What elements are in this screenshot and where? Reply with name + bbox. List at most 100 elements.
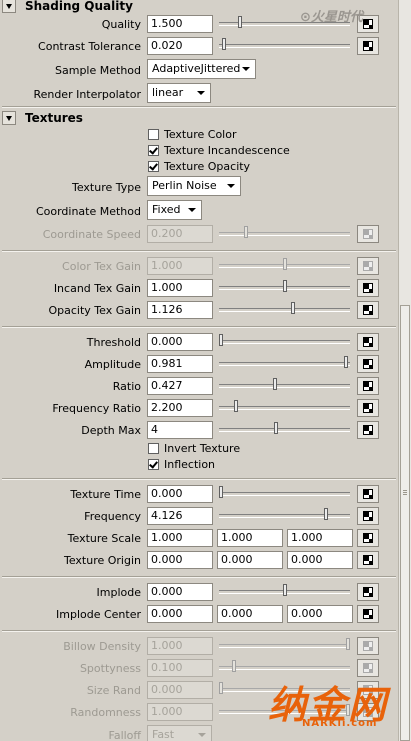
opacity-tex-gain-map-button[interactable] bbox=[357, 301, 379, 319]
color-tex-gain-field[interactable]: 1.000 bbox=[147, 257, 213, 275]
texture-incandescence-label: Texture Incandescence bbox=[164, 144, 290, 157]
implode-label: Implode bbox=[96, 586, 141, 599]
ratio-map-button[interactable] bbox=[357, 377, 379, 395]
threshold-slider[interactable] bbox=[219, 333, 352, 351]
incand-tex-gain-field[interactable]: 1.000 bbox=[147, 279, 213, 297]
chevron-down-icon bbox=[194, 86, 208, 100]
color-tex-gain-slider[interactable] bbox=[219, 257, 352, 275]
threshold-field[interactable]: 0.000 bbox=[147, 333, 213, 351]
billow-density-map-button[interactable] bbox=[357, 637, 379, 655]
texture-scale-y-field[interactable]: 1.000 bbox=[217, 529, 283, 547]
amplitude-map-button[interactable] bbox=[357, 355, 379, 373]
vertical-scrollbar[interactable] bbox=[398, 0, 411, 741]
spottyness-label: Spottyness bbox=[79, 662, 141, 675]
amplitude-slider[interactable] bbox=[219, 355, 352, 373]
randomness-field[interactable]: 1.000 bbox=[147, 703, 213, 721]
implode-center-z-field[interactable]: 0.000 bbox=[287, 605, 353, 623]
depth-max-field[interactable]: 4 bbox=[147, 421, 213, 439]
implode-center-map-button[interactable] bbox=[357, 605, 379, 623]
frequency-field[interactable]: 4.126 bbox=[147, 507, 213, 525]
texture-scale-z-field[interactable]: 1.000 bbox=[287, 529, 353, 547]
implode-slider[interactable] bbox=[219, 583, 352, 601]
scrollbar-thumb[interactable] bbox=[400, 305, 410, 741]
incand-tex-gain-map-button[interactable] bbox=[357, 279, 379, 297]
divider bbox=[2, 630, 396, 632]
dropdown-value: Fixed bbox=[152, 203, 181, 216]
implode-map-button[interactable] bbox=[357, 583, 379, 601]
texture-color-checkbox[interactable] bbox=[148, 129, 159, 140]
coordinate-speed-field[interactable]: 0.200 bbox=[147, 225, 213, 243]
texture-incandescence-checkbox[interactable] bbox=[148, 145, 159, 156]
texture-origin-y-field[interactable]: 0.000 bbox=[217, 551, 283, 569]
implode-center-y-field[interactable]: 0.000 bbox=[217, 605, 283, 623]
texture-origin-map-button[interactable] bbox=[357, 551, 379, 569]
texture-time-slider[interactable] bbox=[219, 485, 352, 503]
texture-type-dropdown[interactable]: Perlin Noise bbox=[147, 176, 241, 196]
texture-opacity-checkbox[interactable] bbox=[148, 161, 159, 172]
billow-density-label: Billow Density bbox=[63, 640, 141, 653]
implode-field[interactable]: 0.000 bbox=[147, 583, 213, 601]
billow-density-slider[interactable] bbox=[219, 637, 352, 655]
depth-max-slider[interactable] bbox=[219, 421, 352, 439]
quality-field[interactable]: 1.500 bbox=[147, 15, 213, 33]
spottyness-field[interactable]: 0.100 bbox=[147, 659, 213, 677]
checker-icon bbox=[363, 19, 373, 29]
sample-method-label: Sample Method bbox=[55, 64, 141, 77]
texture-time-map-button[interactable] bbox=[357, 485, 379, 503]
implode-center-x-field[interactable]: 0.000 bbox=[147, 605, 213, 623]
textures-header[interactable]: Textures bbox=[0, 109, 398, 127]
depth-max-map-button[interactable] bbox=[357, 421, 379, 439]
contrast-tolerance-field[interactable]: 0.020 bbox=[147, 37, 213, 55]
ratio-label: Ratio bbox=[112, 380, 141, 393]
falloff-dropdown[interactable]: Fast bbox=[147, 725, 212, 741]
coordinate-speed-slider[interactable] bbox=[219, 225, 352, 243]
contrast-tolerance-map-button[interactable] bbox=[357, 37, 379, 55]
chevron-down-icon bbox=[224, 179, 238, 193]
texture-scale-x-field[interactable]: 1.000 bbox=[147, 529, 213, 547]
divider bbox=[2, 326, 396, 328]
texture-time-field[interactable]: 0.000 bbox=[147, 485, 213, 503]
incand-tex-gain-slider[interactable] bbox=[219, 279, 352, 297]
coordinate-speed-map-button[interactable] bbox=[357, 225, 379, 243]
texture-origin-z-field[interactable]: 0.000 bbox=[287, 551, 353, 569]
ratio-slider[interactable] bbox=[219, 377, 352, 395]
checker-icon bbox=[363, 663, 373, 673]
render-interpolator-dropdown[interactable]: linear bbox=[147, 83, 211, 103]
texture-scale-map-button[interactable] bbox=[357, 529, 379, 547]
divider bbox=[2, 576, 396, 578]
texture-opacity-label: Texture Opacity bbox=[164, 160, 251, 173]
threshold-map-button[interactable] bbox=[357, 333, 379, 351]
opacity-tex-gain-label: Opacity Tex Gain bbox=[48, 304, 141, 317]
coordinate-method-dropdown[interactable]: Fixed bbox=[147, 200, 202, 220]
frequency-map-button[interactable] bbox=[357, 507, 379, 525]
frequency-ratio-label: Frequency Ratio bbox=[52, 402, 141, 415]
frequency-ratio-map-button[interactable] bbox=[357, 399, 379, 417]
frequency-ratio-slider[interactable] bbox=[219, 399, 352, 417]
color-tex-gain-map-button[interactable] bbox=[357, 257, 379, 275]
chevron-down-icon bbox=[195, 728, 209, 741]
billow-density-field[interactable]: 1.000 bbox=[147, 637, 213, 655]
grip-line bbox=[403, 490, 407, 491]
invert-texture-checkbox[interactable] bbox=[148, 443, 159, 454]
checker-icon bbox=[363, 261, 373, 271]
contrast-tolerance-label: Contrast Tolerance bbox=[38, 40, 141, 53]
size-rand-field[interactable]: 0.000 bbox=[147, 681, 213, 699]
collapse-triangle-icon[interactable] bbox=[2, 0, 16, 13]
opacity-tex-gain-slider[interactable] bbox=[219, 301, 352, 319]
checker-icon bbox=[363, 283, 373, 293]
collapse-triangle-icon[interactable] bbox=[2, 111, 16, 125]
section-title: Textures bbox=[25, 111, 83, 125]
sample-method-dropdown[interactable]: AdaptiveJittered bbox=[147, 59, 256, 79]
inflection-checkbox[interactable] bbox=[148, 459, 159, 470]
watermark-url: NARKii.com bbox=[302, 718, 378, 729]
frequency-slider[interactable] bbox=[219, 507, 352, 525]
ratio-field[interactable]: 0.427 bbox=[147, 377, 213, 395]
texture-origin-x-field[interactable]: 0.000 bbox=[147, 551, 213, 569]
opacity-tex-gain-field[interactable]: 1.126 bbox=[147, 301, 213, 319]
amplitude-field[interactable]: 0.981 bbox=[147, 355, 213, 373]
frequency-ratio-field[interactable]: 2.200 bbox=[147, 399, 213, 417]
contrast-tolerance-slider[interactable] bbox=[219, 37, 352, 55]
falloff-label: Falloff bbox=[108, 729, 141, 741]
checker-icon bbox=[363, 337, 373, 347]
checker-icon bbox=[363, 511, 373, 521]
